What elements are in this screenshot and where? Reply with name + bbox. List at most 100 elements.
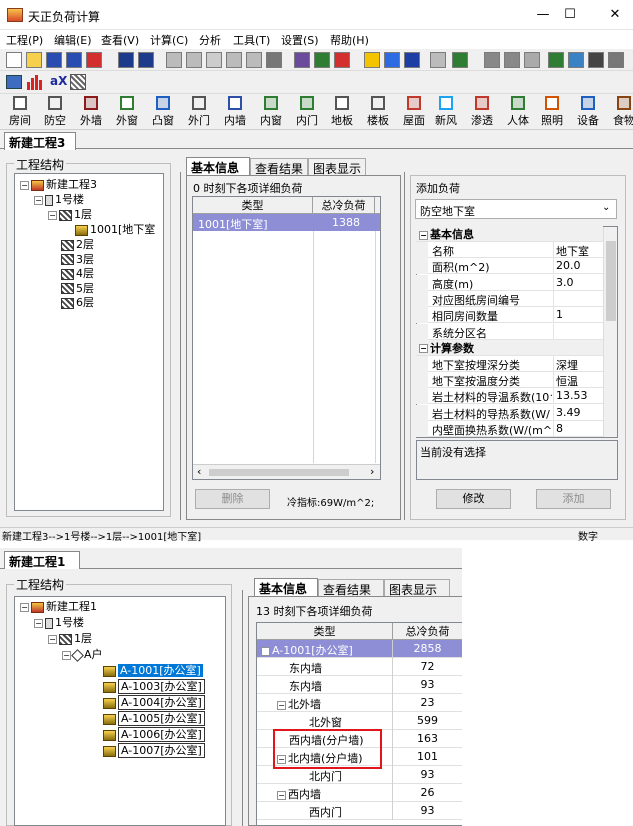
property-value[interactable]: 3.0	[556, 276, 602, 289]
property-value[interactable]: 深埋	[556, 357, 602, 373]
menu-analysis[interactable]: 分析	[199, 32, 221, 48]
cancel-icon[interactable]	[334, 52, 350, 68]
menu-view[interactable]: 查看(V)	[101, 32, 139, 48]
tab-basic-info[interactable]: 基本信息	[254, 578, 318, 596]
collapse-toggle-icon[interactable]: −	[261, 646, 270, 656]
property-row[interactable]: 地下室按温度分类 恒温	[416, 372, 603, 389]
menu-calc[interactable]: 计算(C)	[150, 32, 188, 48]
tool-interior-door-button[interactable]: 内门	[291, 96, 323, 128]
tree-node[interactable]: A-1007[办公室]	[90, 743, 205, 758]
collapse-toggle-icon[interactable]: −	[34, 618, 43, 628]
ax-icon[interactable]: aX	[50, 74, 67, 88]
tool-infiltration-button[interactable]: 渗透	[466, 96, 498, 128]
property-scrollbar[interactable]	[603, 227, 617, 437]
property-row[interactable]: 对应图纸房间编号	[416, 290, 603, 307]
collapse-toggle-icon[interactable]: −	[48, 634, 57, 644]
property-row[interactable]: 岩土材料的导温系数(10^ 13.53	[416, 388, 603, 405]
undo-icon[interactable]	[118, 52, 134, 68]
save-icon[interactable]	[46, 52, 62, 68]
tool-exterior-wall-button[interactable]: 外墙	[75, 96, 107, 128]
redo-icon[interactable]	[138, 52, 154, 68]
tree-node[interactable]: 2层	[48, 237, 94, 252]
property-value[interactable]: 地下室	[556, 243, 602, 259]
tree-node[interactable]: A-1003[办公室]	[90, 679, 205, 694]
tool-exterior-door-button[interactable]: 外门	[183, 96, 215, 128]
toggle-icon[interactable]	[524, 52, 540, 68]
load-type-select[interactable]: 防空地下室 ⌄	[415, 199, 617, 219]
scroll-left-icon[interactable]: ‹	[197, 465, 201, 478]
tree-node[interactable]: A-1006[办公室]	[90, 727, 205, 742]
collapse-toggle-icon[interactable]: −	[277, 790, 286, 800]
tool-interior-window-button[interactable]: 内窗	[255, 96, 287, 128]
tool-interior-wall-button[interactable]: 内墙	[219, 96, 251, 128]
print-icon[interactable]	[608, 52, 624, 68]
tool-floor-slab-button[interactable]: 地板	[326, 96, 358, 128]
tool-equipment-button[interactable]: 设备	[572, 96, 604, 128]
tab-basic-info[interactable]: 基本信息	[186, 157, 250, 175]
col-header-cooling[interactable]: 总冷负荷	[313, 197, 375, 214]
tool-air-defense-button[interactable]: 防空	[39, 96, 71, 128]
table-row[interactable]: − 北外墙 23	[257, 694, 462, 712]
zoom-icon[interactable]	[430, 52, 446, 68]
tree-node[interactable]: − 1号楼	[34, 615, 84, 630]
collapse-toggle-icon[interactable]: −	[34, 195, 43, 205]
close-icon[interactable]	[86, 52, 102, 68]
tree-node[interactable]: − 1层	[48, 631, 92, 646]
minimize-button[interactable]: —	[528, 5, 558, 25]
scroll-thumb[interactable]	[606, 241, 616, 321]
delete-icon[interactable]	[266, 52, 282, 68]
check-icon[interactable]	[314, 52, 330, 68]
col-header-type[interactable]: 类型	[257, 623, 393, 640]
grid-icon[interactable]	[384, 52, 400, 68]
add-button[interactable]: 添加	[536, 489, 611, 509]
component-icon[interactable]	[166, 52, 182, 68]
property-row[interactable]: 系统分区名	[416, 323, 603, 340]
tool-food-button[interactable]: 食物	[608, 96, 633, 128]
property-value[interactable]: 恒温	[556, 373, 602, 389]
copy-icon[interactable]	[226, 52, 242, 68]
table-row[interactable]: 北外窗 599	[257, 712, 462, 730]
load-detail-grid[interactable]	[192, 196, 381, 480]
tree-node[interactable]: − 1层	[48, 207, 92, 222]
property-row[interactable]: 地下室按埋深分类 深埋	[416, 355, 603, 373]
tree-node[interactable]: 3层	[48, 252, 94, 267]
property-value[interactable]: 20.0	[556, 259, 602, 272]
tree-node[interactable]: − A户	[62, 647, 103, 662]
property-row[interactable]: 相同房间数量 1	[416, 307, 603, 324]
property-category[interactable]: − 计算参数	[416, 339, 603, 356]
property-value[interactable]: 8	[556, 422, 602, 435]
property-row[interactable]: 高度(m) 3.0	[416, 274, 603, 291]
layer-icon[interactable]	[186, 52, 202, 68]
tool-exterior-window-button[interactable]: 外窗	[111, 96, 143, 128]
tree-node[interactable]: − 新建工程3	[20, 177, 97, 192]
menu-edit[interactable]: 编辑(E)	[54, 32, 92, 48]
collapse-toggle-icon[interactable]: −	[20, 602, 29, 612]
horizontal-scrollbar[interactable]: ‹ ›	[193, 464, 380, 479]
collapse-toggle-icon[interactable]: −	[419, 344, 428, 354]
maximize-button[interactable]: ☐	[555, 5, 585, 25]
tree-node[interactable]: A-1004[办公室]	[90, 695, 205, 710]
sun-icon[interactable]	[364, 52, 380, 68]
property-row[interactable]: 名称 地下室	[416, 242, 603, 258]
bar-chart-icon[interactable]	[26, 74, 44, 90]
table-row[interactable]: 东内墙 72	[257, 658, 462, 676]
edit-icon[interactable]	[246, 52, 262, 68]
eraser-icon[interactable]	[206, 52, 222, 68]
menu-settings[interactable]: 设置(S)	[281, 32, 319, 48]
tab-chart-display[interactable]: 图表显示	[384, 579, 450, 597]
window-icon[interactable]	[588, 52, 604, 68]
tool-room-button[interactable]: 房间	[4, 96, 36, 128]
tree-node[interactable]: 4层	[48, 266, 94, 281]
scroll-thumb[interactable]	[209, 469, 349, 476]
tool-floor-button[interactable]: 楼板	[362, 96, 394, 128]
close-button[interactable]: ✕	[600, 5, 630, 25]
table-icon[interactable]	[6, 75, 22, 89]
property-row[interactable]: 面积(m^2) 20.0	[416, 258, 603, 275]
collapse-toggle-icon[interactable]: −	[419, 230, 428, 240]
tab-view-results[interactable]: 查看结果	[318, 579, 384, 597]
table-row[interactable]: − 西内墙 26	[257, 784, 462, 802]
scroll-right-icon[interactable]: ›	[370, 465, 374, 478]
table-row[interactable]: − A-1001[办公室] 2858	[257, 640, 462, 658]
collapse-toggle-icon[interactable]: −	[48, 210, 57, 220]
collapse-toggle-icon[interactable]: −	[277, 700, 286, 710]
